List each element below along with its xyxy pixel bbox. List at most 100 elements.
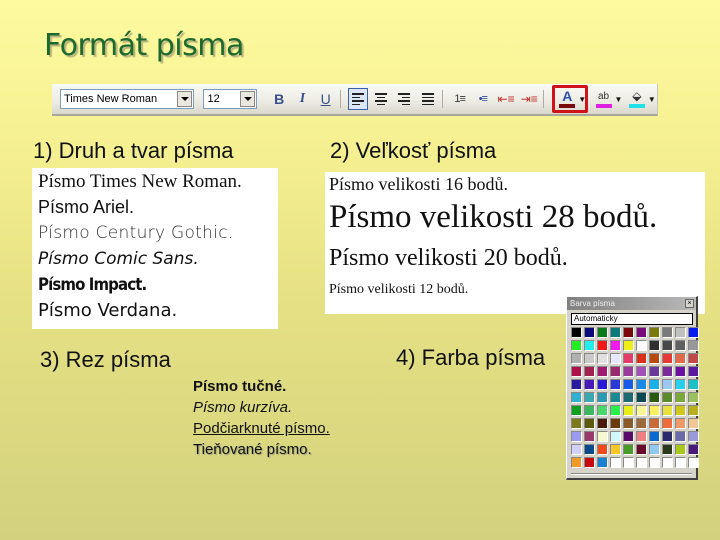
- bold-button[interactable]: B: [269, 88, 289, 110]
- color-swatch[interactable]: [623, 379, 634, 390]
- color-swatch[interactable]: [584, 418, 595, 429]
- color-swatch[interactable]: [623, 457, 634, 468]
- color-swatch[interactable]: [662, 392, 673, 403]
- color-swatch[interactable]: [675, 392, 686, 403]
- color-swatch[interactable]: [584, 327, 595, 338]
- underline-button[interactable]: U: [316, 88, 336, 110]
- color-swatch[interactable]: [636, 392, 647, 403]
- color-swatch[interactable]: [688, 353, 699, 364]
- chevron-down-icon[interactable]: ▼: [615, 95, 623, 104]
- color-swatch[interactable]: [649, 392, 660, 403]
- color-swatch[interactable]: [623, 366, 634, 377]
- color-swatch[interactable]: [675, 340, 686, 351]
- chevron-down-icon[interactable]: [240, 91, 256, 107]
- chevron-down-icon[interactable]: [177, 91, 193, 107]
- color-swatch[interactable]: [610, 444, 621, 455]
- color-swatch[interactable]: [688, 431, 699, 442]
- color-swatch[interactable]: [688, 405, 699, 416]
- color-swatch[interactable]: [584, 405, 595, 416]
- color-swatch[interactable]: [662, 418, 673, 429]
- highlight-button[interactable]: ab ▼: [594, 88, 623, 110]
- color-swatch[interactable]: [649, 366, 660, 377]
- color-swatch[interactable]: [610, 327, 621, 338]
- color-swatch[interactable]: [597, 379, 608, 390]
- automatic-color-button[interactable]: Automaticky: [571, 313, 693, 325]
- color-swatch[interactable]: [584, 431, 595, 442]
- color-swatch[interactable]: [571, 340, 582, 351]
- numbered-list-button[interactable]: 1≡: [450, 88, 470, 110]
- color-swatch[interactable]: [571, 353, 582, 364]
- color-swatch[interactable]: [610, 340, 621, 351]
- color-swatch[interactable]: [662, 340, 673, 351]
- color-swatch[interactable]: [662, 431, 673, 442]
- color-swatch[interactable]: [597, 392, 608, 403]
- color-swatch[interactable]: [584, 353, 595, 364]
- color-swatch[interactable]: [623, 405, 634, 416]
- color-swatch[interactable]: [675, 431, 686, 442]
- color-swatch[interactable]: [662, 405, 673, 416]
- color-swatch[interactable]: [623, 392, 634, 403]
- color-swatch[interactable]: [623, 353, 634, 364]
- color-swatch[interactable]: [675, 327, 686, 338]
- color-swatch[interactable]: [584, 444, 595, 455]
- color-swatch[interactable]: [649, 418, 660, 429]
- color-swatch[interactable]: [636, 405, 647, 416]
- color-swatch[interactable]: [584, 392, 595, 403]
- color-swatch[interactable]: [571, 366, 582, 377]
- color-swatch[interactable]: [623, 418, 634, 429]
- decrease-indent-button[interactable]: ⇤≡: [496, 88, 516, 110]
- align-right-button[interactable]: [394, 88, 414, 110]
- color-swatch[interactable]: [636, 431, 647, 442]
- color-swatch[interactable]: [636, 340, 647, 351]
- color-swatch[interactable]: [649, 353, 660, 364]
- color-swatch[interactable]: [688, 379, 699, 390]
- close-icon[interactable]: ×: [685, 299, 694, 308]
- color-swatch[interactable]: [636, 418, 647, 429]
- color-swatch[interactable]: [688, 366, 699, 377]
- justify-button[interactable]: [417, 88, 437, 110]
- color-swatch[interactable]: [636, 353, 647, 364]
- color-swatch[interactable]: [571, 405, 582, 416]
- color-swatch[interactable]: [597, 418, 608, 429]
- color-swatch[interactable]: [636, 457, 647, 468]
- color-swatch[interactable]: [571, 392, 582, 403]
- color-swatch[interactable]: [675, 366, 686, 377]
- color-swatch[interactable]: [662, 379, 673, 390]
- color-swatch[interactable]: [688, 327, 699, 338]
- color-swatch[interactable]: [610, 366, 621, 377]
- color-swatch[interactable]: [571, 444, 582, 455]
- chevron-down-icon[interactable]: ▼: [648, 95, 656, 104]
- color-swatch[interactable]: [688, 457, 699, 468]
- font-size-combobox[interactable]: 12: [203, 89, 258, 109]
- color-swatch[interactable]: [649, 379, 660, 390]
- color-swatch[interactable]: [649, 431, 660, 442]
- color-swatch[interactable]: [662, 366, 673, 377]
- color-swatch[interactable]: [662, 444, 673, 455]
- color-swatch[interactable]: [597, 340, 608, 351]
- palette-titlebar[interactable]: Barva písma ×: [567, 297, 696, 310]
- color-swatch[interactable]: [610, 392, 621, 403]
- align-left-button[interactable]: [347, 88, 369, 110]
- bulleted-list-button[interactable]: •≡: [473, 88, 493, 110]
- color-swatch[interactable]: [662, 327, 673, 338]
- color-swatch[interactable]: [610, 379, 621, 390]
- color-swatch[interactable]: [597, 405, 608, 416]
- color-swatch[interactable]: [688, 340, 699, 351]
- color-swatch[interactable]: [584, 457, 595, 468]
- color-swatch[interactable]: [688, 392, 699, 403]
- color-swatch[interactable]: [623, 431, 634, 442]
- color-swatch[interactable]: [662, 353, 673, 364]
- color-swatch[interactable]: [610, 405, 621, 416]
- color-swatch[interactable]: [610, 457, 621, 468]
- color-swatch[interactable]: [636, 379, 647, 390]
- color-swatch[interactable]: [584, 340, 595, 351]
- color-swatch[interactable]: [662, 457, 673, 468]
- color-swatch[interactable]: [636, 366, 647, 377]
- color-swatch[interactable]: [571, 431, 582, 442]
- color-swatch[interactable]: [623, 444, 634, 455]
- color-swatch[interactable]: [675, 379, 686, 390]
- color-swatch[interactable]: [610, 418, 621, 429]
- color-swatch[interactable]: [623, 327, 634, 338]
- color-swatch[interactable]: [649, 327, 660, 338]
- color-swatch[interactable]: [597, 431, 608, 442]
